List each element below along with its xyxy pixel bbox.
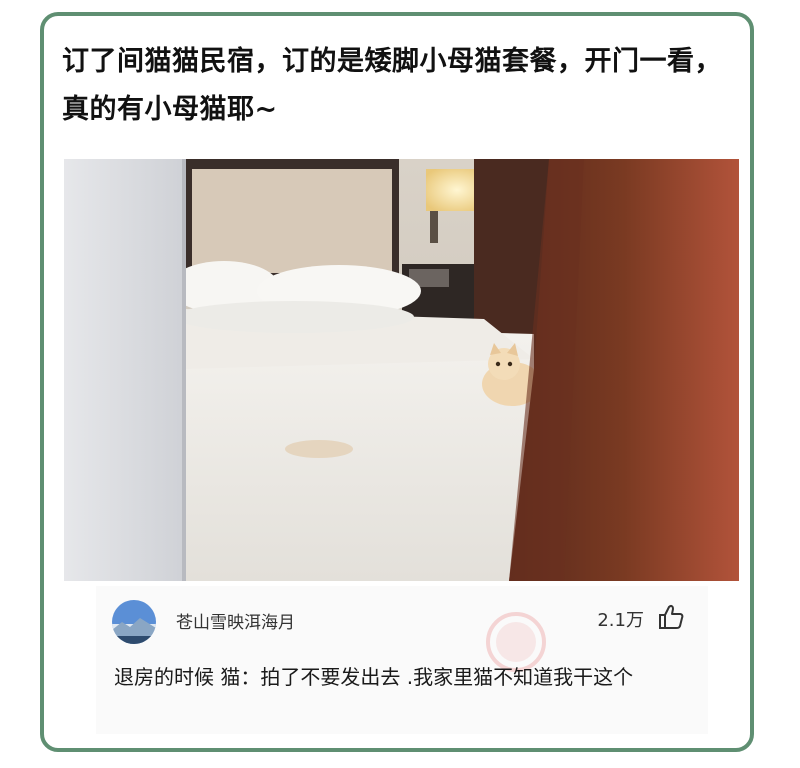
comment-text: 退房的时候 猫：拍了不要发出去 .我家里猫不知道我干这个 [114,665,634,689]
comment-username[interactable]: 苍山雪映洱海月 [176,608,295,633]
post-card: 订了间猫猫民宿，订的是矮脚小母猫套餐，开门一看，真的有小母猫耶~ 苍山雪映洱海月… [40,12,754,752]
like-count: 2.1万 [597,610,644,631]
post-title: 订了间猫猫民宿，订的是矮脚小母猫套餐，开门一看，真的有小母猫耶~ [62,46,722,125]
hotel-bed-cat-photo [64,159,739,581]
comment-box: 苍山雪映洱海月 2.1万 退房的时候 猫：拍了不要发出去 .我家里猫不知道我干这… [96,586,708,734]
thumbs-up-icon[interactable] [656,602,686,632]
user-avatar[interactable] [112,600,156,644]
